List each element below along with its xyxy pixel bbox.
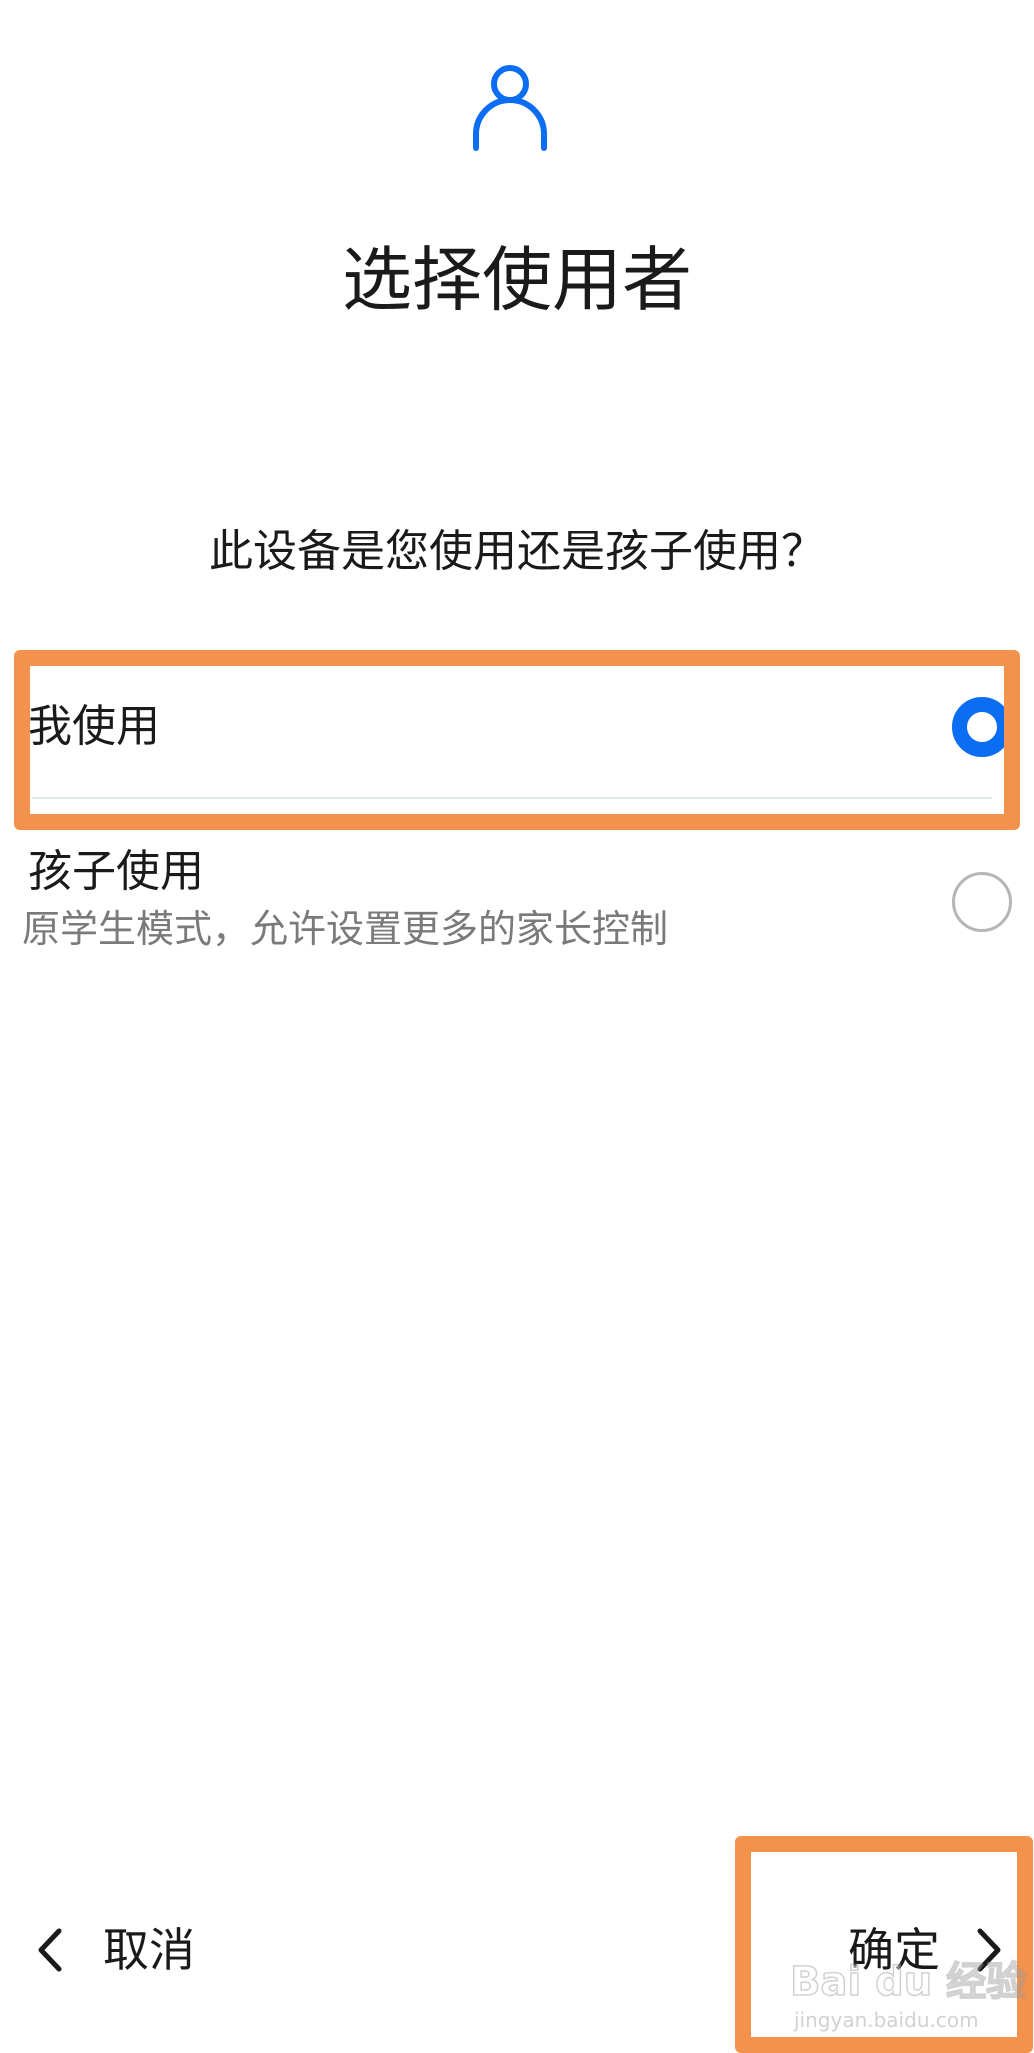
baidu-jingyan-watermark: Bai du 经验 jingyan.baidu.com	[789, 1958, 1027, 2038]
option-child-use-label: 孩子使用	[28, 846, 204, 897]
option-self-use-label: 我使用	[28, 701, 160, 752]
watermark-text: Bai du 经验	[789, 1958, 1027, 2006]
option-child-use-description: 原学生模式，允许设置更多的家长控制	[22, 907, 669, 951]
radio-self-use-selected[interactable]	[952, 697, 1012, 757]
question-text: 此设备是您使用还是孩子使用？	[209, 526, 825, 577]
option-divider	[32, 797, 992, 799]
cancel-button-label: 取消	[103, 1923, 195, 1977]
cancel-button[interactable]: 取消	[35, 1900, 195, 2000]
watermark-url: jingyan.baidu.com	[794, 2008, 979, 2032]
chevron-left-icon	[38, 1928, 62, 1972]
page-title: 选择使用者	[342, 239, 692, 321]
option-child-use[interactable]: 孩子使用 原学生模式，允许设置更多的家长控制	[22, 830, 1012, 970]
radio-child-use-unselected[interactable]	[952, 872, 1012, 932]
option-self-use[interactable]: 我使用	[22, 655, 1012, 799]
user-icon	[473, 65, 547, 151]
